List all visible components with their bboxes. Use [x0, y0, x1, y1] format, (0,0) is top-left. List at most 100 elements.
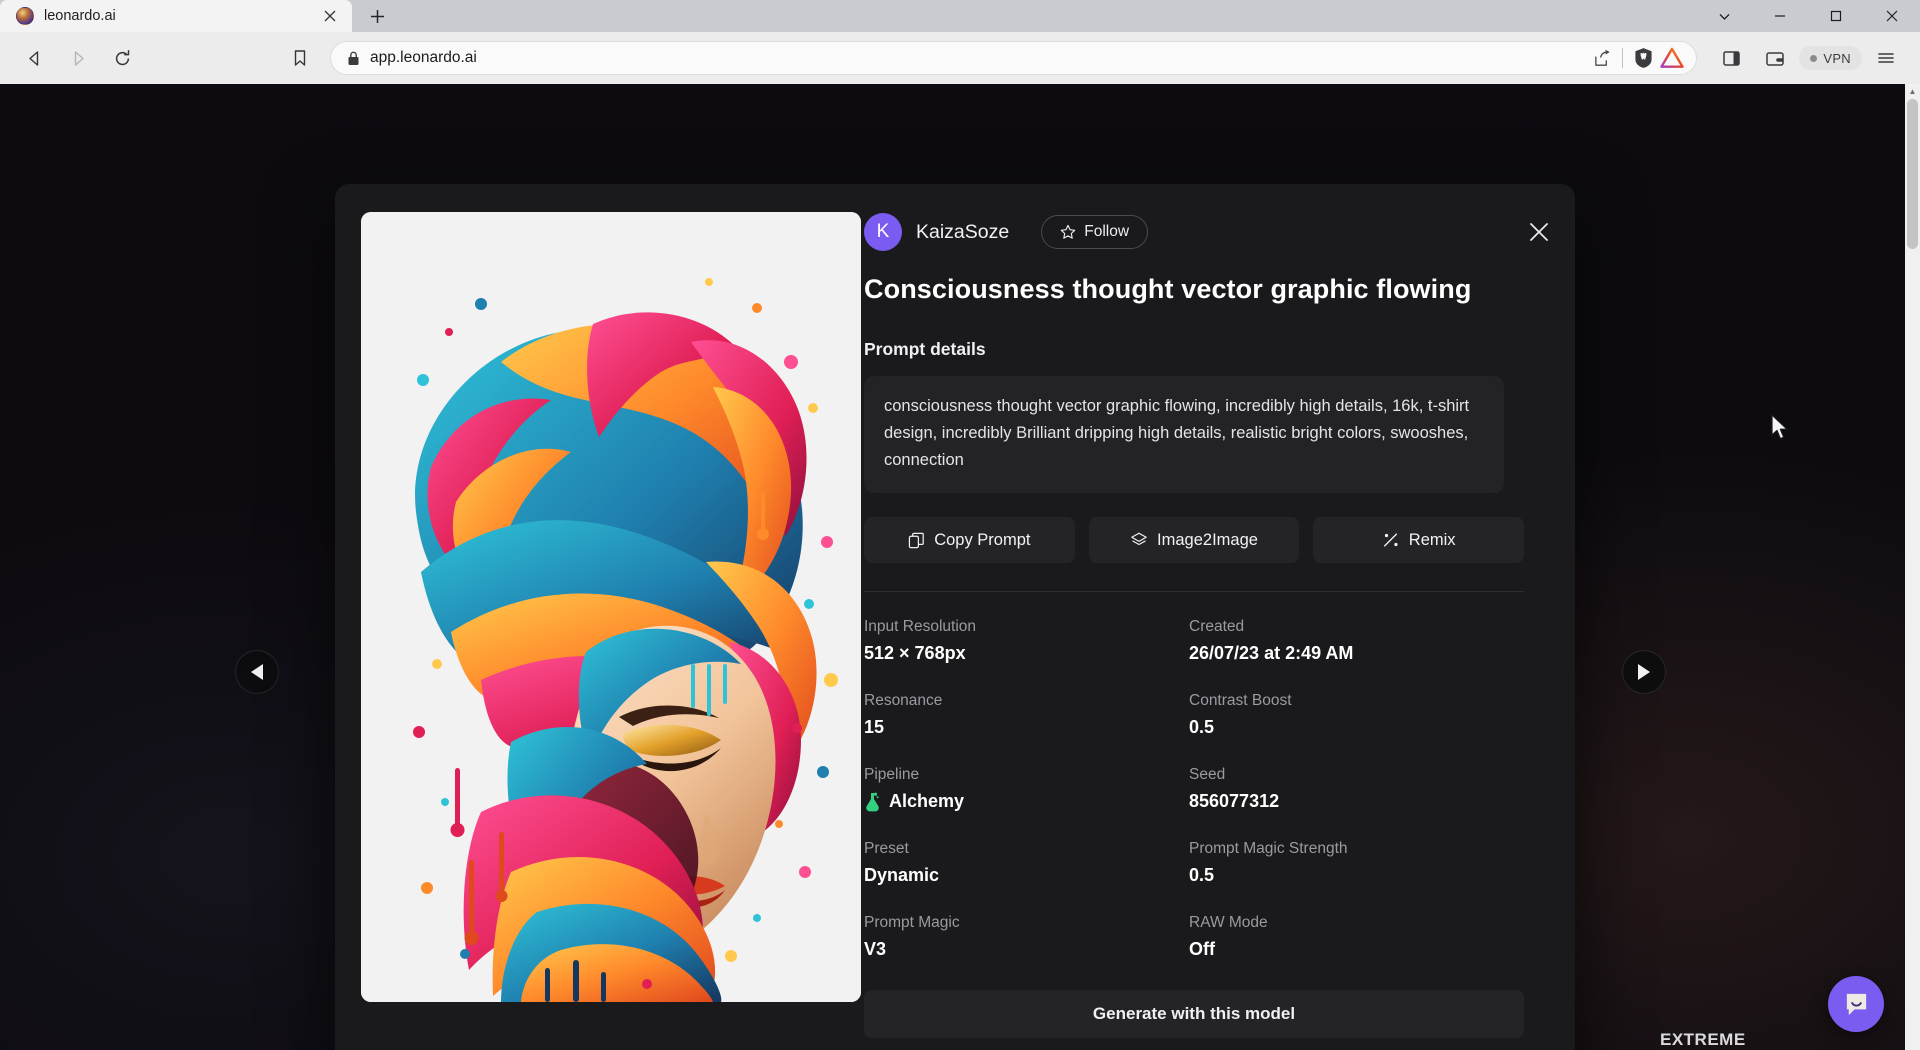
vpn-status-dot — [1810, 55, 1817, 62]
meta-item-contrast-boost: Contrast Boost 0.5 — [1189, 692, 1544, 738]
browser-navigation-bar: app.leonardo.ai — [0, 32, 1920, 84]
meta-value: Off — [1189, 939, 1544, 960]
footer-ghost-text: EXTREME — [1660, 1030, 1746, 1050]
mouse-cursor — [1770, 414, 1790, 442]
meta-value: 856077312 — [1189, 791, 1544, 812]
lock-icon — [347, 51, 360, 66]
meta-value: V3 — [864, 939, 1189, 960]
next-image-button[interactable] — [1622, 650, 1666, 694]
brave-rewards-triangle-icon[interactable] — [1660, 47, 1684, 69]
meta-value: 15 — [864, 717, 1189, 738]
forward-arrow-icon — [58, 40, 98, 76]
author-row: K KaizaSoze Follow — [864, 212, 1545, 252]
sparkle-icon — [1382, 531, 1400, 549]
chat-widget-button[interactable] — [1828, 976, 1884, 1032]
meta-item-prompt-magic: Prompt Magic V3 — [864, 914, 1189, 960]
leonardo-favicon-icon — [16, 7, 34, 25]
prompt-details-label: Prompt details — [864, 339, 1545, 360]
meta-label: Created — [1189, 618, 1544, 636]
meta-value: 0.5 — [1189, 865, 1544, 886]
window-close-icon[interactable] — [1864, 0, 1920, 32]
prev-arrow-icon — [251, 664, 263, 680]
browser-chrome: leonardo.ai — [0, 0, 1920, 84]
reload-icon[interactable] — [102, 40, 142, 76]
address-bar-url: app.leonardo.ai — [370, 49, 1583, 67]
avatar[interactable]: K — [864, 213, 902, 251]
hamburger-menu-icon[interactable] — [1866, 40, 1906, 76]
tab-search-chevron-icon[interactable] — [1696, 0, 1752, 32]
page-viewport: K KaizaSoze Follow Consciousness thought… — [0, 84, 1920, 1050]
image2image-label: Image2Image — [1157, 531, 1258, 550]
copy-prompt-label: Copy Prompt — [934, 531, 1030, 550]
meta-value: 512 × 768px — [864, 643, 1189, 664]
back-arrow-icon[interactable] — [14, 40, 54, 76]
meta-label: Resonance — [864, 692, 1189, 710]
meta-item-seed: Seed 856077312 — [1189, 766, 1544, 812]
meta-value: Dynamic — [864, 865, 1189, 886]
meta-label: Prompt Magic Strength — [1189, 840, 1544, 858]
follow-button[interactable]: Follow — [1041, 215, 1148, 249]
meta-value: 26/07/23 at 2:49 AM — [1189, 643, 1544, 664]
toolbar-divider — [1622, 48, 1623, 68]
meta-label: Pipeline — [864, 766, 1189, 784]
meta-item-resonance: Resonance 15 — [864, 692, 1189, 738]
window-controls — [1696, 0, 1920, 32]
meta-value: 0.5 — [1189, 717, 1544, 738]
meta-value: Alchemy — [864, 791, 1189, 812]
address-bar[interactable]: app.leonardo.ai — [330, 41, 1697, 75]
meta-item-input-resolution: Input Resolution 512 × 768px — [864, 618, 1189, 664]
image-detail-modal: K KaizaSoze Follow Consciousness thought… — [335, 184, 1575, 1050]
follow-button-label: Follow — [1084, 223, 1129, 241]
meta-item-preset: Preset Dynamic — [864, 840, 1189, 886]
layers-icon — [1130, 531, 1148, 549]
meta-item-prompt-magic-strength: Prompt Magic Strength 0.5 — [1189, 840, 1544, 886]
next-arrow-icon — [1638, 664, 1650, 680]
vpn-button[interactable]: VPN — [1799, 46, 1862, 70]
scroll-up-arrow-icon[interactable]: ▲ — [1905, 84, 1920, 99]
modal-details-column: K KaizaSoze Follow Consciousness thought… — [860, 212, 1575, 1050]
meta-item-created: Created 26/07/23 at 2:49 AM — [1189, 618, 1544, 664]
sidebar-panel-icon[interactable] — [1711, 40, 1751, 76]
meta-item-raw-mode: RAW Mode Off — [1189, 914, 1544, 960]
bookmark-icon[interactable] — [280, 40, 320, 76]
remix-button[interactable]: Remix — [1313, 517, 1524, 563]
metadata-grid: Input Resolution 512 × 768px Created 26/… — [864, 618, 1544, 960]
meta-label: Prompt Magic — [864, 914, 1189, 932]
scrollbar-thumb[interactable] — [1907, 99, 1918, 249]
image2image-button[interactable]: Image2Image — [1089, 517, 1300, 563]
artwork-illustration — [361, 212, 861, 1002]
tab-close-icon[interactable] — [318, 4, 342, 28]
generate-with-this-model-button[interactable]: Generate with this model — [864, 990, 1524, 1038]
remix-label: Remix — [1409, 531, 1456, 550]
page-title: Consciousness thought vector graphic flo… — [864, 274, 1545, 305]
wallet-icon[interactable] — [1755, 40, 1795, 76]
author-name[interactable]: KaizaSoze — [916, 221, 1009, 244]
window-minimize-icon[interactable] — [1752, 0, 1808, 32]
star-icon — [1060, 224, 1076, 240]
prompt-action-row: Copy Prompt Image2Image — [864, 517, 1524, 563]
section-divider — [864, 591, 1524, 592]
modal-artwork-column — [335, 212, 860, 1050]
copy-icon — [908, 532, 925, 549]
chat-bubble-icon — [1843, 991, 1870, 1018]
copy-prompt-button[interactable]: Copy Prompt — [864, 517, 1075, 563]
browser-tab[interactable]: leonardo.ai — [0, 0, 352, 32]
meta-label: RAW Mode — [1189, 914, 1544, 932]
prompt-text[interactable]: consciousness thought vector graphic flo… — [864, 376, 1504, 493]
generated-artwork[interactable] — [361, 212, 861, 1002]
meta-label: Contrast Boost — [1189, 692, 1544, 710]
tab-title: leonardo.ai — [44, 8, 308, 24]
new-tab-button[interactable] — [360, 2, 394, 30]
meta-label: Seed — [1189, 766, 1544, 784]
window-maximize-icon[interactable] — [1808, 0, 1864, 32]
meta-label: Preset — [864, 840, 1189, 858]
brave-lion-icon[interactable] — [1633, 47, 1654, 69]
close-icon[interactable] — [1521, 214, 1557, 250]
tab-strip: leonardo.ai — [0, 0, 1920, 32]
vpn-label: VPN — [1823, 51, 1851, 66]
previous-image-button[interactable] — [235, 650, 279, 694]
meta-label: Input Resolution — [864, 618, 1189, 636]
share-icon[interactable] — [1593, 49, 1612, 68]
meta-item-pipeline: Pipeline Alchemy — [864, 766, 1189, 812]
page-scrollbar[interactable]: ▲ — [1905, 84, 1920, 1050]
